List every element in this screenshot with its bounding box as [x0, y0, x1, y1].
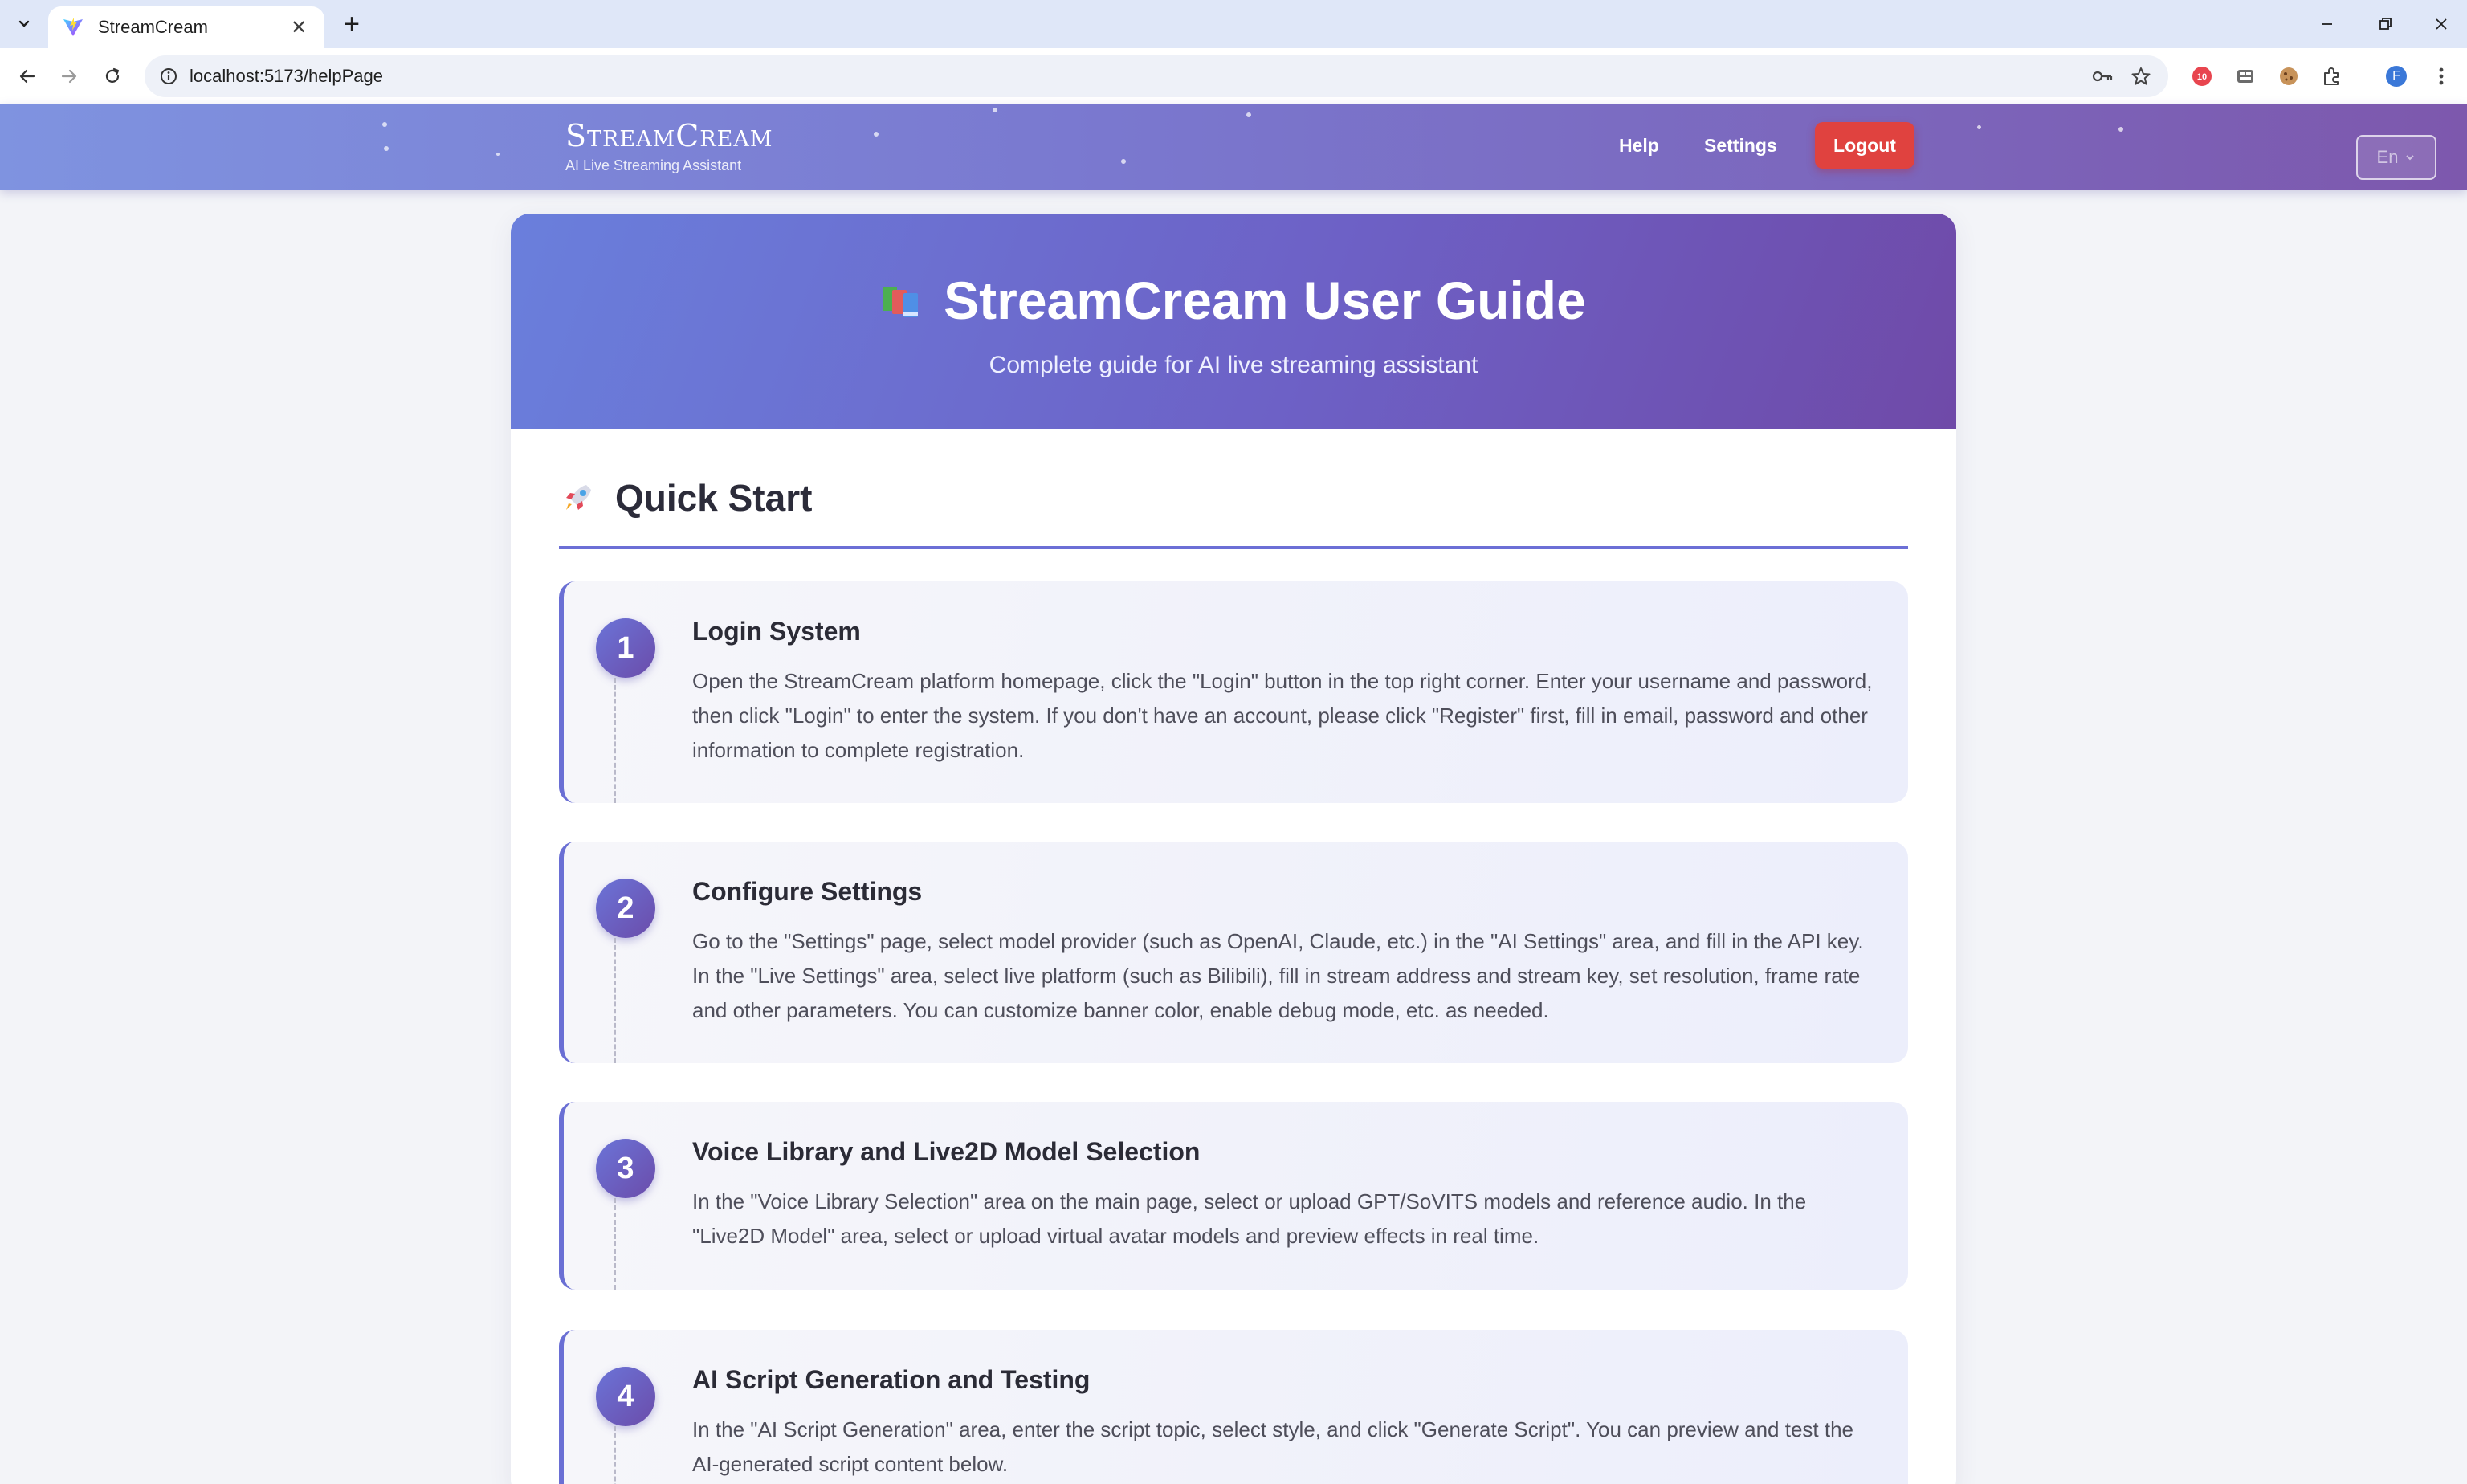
quick-start-section: Quick Start 1 Login System Open the Stre… [511, 429, 1956, 1484]
step-card: 2 Configure Settings Go to the "Settings… [559, 842, 1908, 1063]
step-connector [614, 938, 616, 1063]
app-navbar: StreamCream AI Live Streaming Assistant … [0, 104, 2467, 190]
guide-subtitle: Complete guide for AI live streaming ass… [989, 352, 1478, 378]
browser-tab-active[interactable]: StreamCream ✕ [48, 6, 324, 48]
step-title: Configure Settings [692, 877, 923, 906]
profile-initial: F [2392, 69, 2400, 83]
chevron-down-icon [18, 20, 30, 27]
decor-star [1977, 125, 1981, 129]
reload-icon[interactable] [96, 60, 128, 92]
nav-settings-link[interactable]: Settings [1704, 135, 1777, 157]
tab-list-button[interactable] [11, 11, 37, 37]
decor-star [496, 153, 500, 156]
decor-star [874, 132, 879, 137]
logout-button[interactable]: Logout [1815, 122, 1914, 169]
address-bar[interactable]: localhost:5173/helpPage [145, 55, 2168, 97]
step-title: Login System [692, 617, 861, 646]
step-number-badge: 4 [596, 1367, 655, 1426]
step-card: 4 AI Script Generation and Testing In th… [559, 1330, 1908, 1484]
step-description: In the "Voice Library Selection" area on… [692, 1189, 1807, 1248]
step-connector [614, 678, 616, 803]
step-connector [614, 1426, 616, 1484]
extension-grid-icon[interactable] [2231, 62, 2260, 91]
extensions-puzzle-icon[interactable] [2318, 62, 2347, 91]
back-arrow-icon[interactable] [11, 60, 43, 92]
step-card: 3 Voice Library and Live2D Model Selecti… [559, 1102, 1908, 1290]
step-connector [614, 1198, 616, 1290]
section-title: Quick Start [615, 477, 813, 519]
browser-toolbar: localhost:5173/helpPage 10 F [0, 48, 2467, 104]
step-number-badge: 1 [596, 618, 655, 678]
decor-star [382, 122, 387, 127]
extension-cookie-icon[interactable] [2274, 62, 2303, 91]
tab-title: StreamCream [98, 17, 208, 37]
decor-star [1121, 159, 1126, 164]
vite-favicon-icon [63, 18, 83, 36]
step-number-badge: 3 [596, 1139, 655, 1198]
brand-name: StreamCream [565, 118, 773, 153]
browser-menu-icon[interactable] [2427, 62, 2456, 91]
new-tab-button[interactable]: + [337, 10, 366, 39]
step-title: AI Script Generation and Testing [692, 1365, 1091, 1394]
profile-avatar[interactable]: F [2382, 62, 2411, 91]
bookmark-star-icon[interactable] [2128, 63, 2154, 89]
minimize-icon[interactable] [2311, 8, 2343, 40]
restore-icon[interactable] [2369, 8, 2401, 40]
browser-tabstrip: StreamCream ✕ + [0, 0, 2467, 48]
section-header: Quick Start [559, 429, 1908, 549]
decor-star [384, 146, 389, 151]
language-select[interactable]: En [2356, 135, 2436, 180]
step-description: Open the StreamCream platform homepage, … [692, 669, 1873, 762]
address-url[interactable]: localhost:5173/helpPage [190, 66, 383, 87]
extension-red-icon[interactable]: 10 [2188, 62, 2216, 91]
decor-star [993, 108, 997, 112]
forward-arrow-icon[interactable] [53, 60, 85, 92]
tab-close-icon[interactable]: ✕ [287, 16, 310, 39]
step-number-badge: 2 [596, 879, 655, 938]
nav-help-link[interactable]: Help [1619, 135, 1659, 157]
password-key-icon[interactable] [2090, 63, 2115, 89]
step-card: 1 Login System Open the StreamCream plat… [559, 581, 1908, 803]
step-description: Go to the "Settings" page, select model … [692, 929, 1864, 1022]
guide-title: StreamCream User Guide [944, 271, 1586, 330]
site-info-icon[interactable] [156, 63, 181, 89]
chevron-down-icon [2406, 155, 2415, 161]
language-value: En [2376, 147, 2399, 167]
svg-text:10: 10 [2197, 72, 2207, 82]
decor-star [1246, 112, 1251, 117]
close-window-icon[interactable] [2425, 8, 2457, 40]
books-icon [883, 287, 919, 317]
rocket-icon [566, 485, 591, 510]
decor-star [2118, 127, 2123, 132]
guide-hero: StreamCream User Guide Complete guide fo… [511, 214, 1956, 429]
step-description: In the "AI Script Generation" area, ente… [692, 1417, 1854, 1476]
brand-logo[interactable]: StreamCream AI Live Streaming Assistant [565, 120, 773, 174]
step-title: Voice Library and Live2D Model Selection [692, 1137, 1201, 1166]
user-guide-card: StreamCream User Guide Complete guide fo… [511, 214, 1956, 1484]
brand-tagline: AI Live Streaming Assistant [565, 157, 742, 173]
